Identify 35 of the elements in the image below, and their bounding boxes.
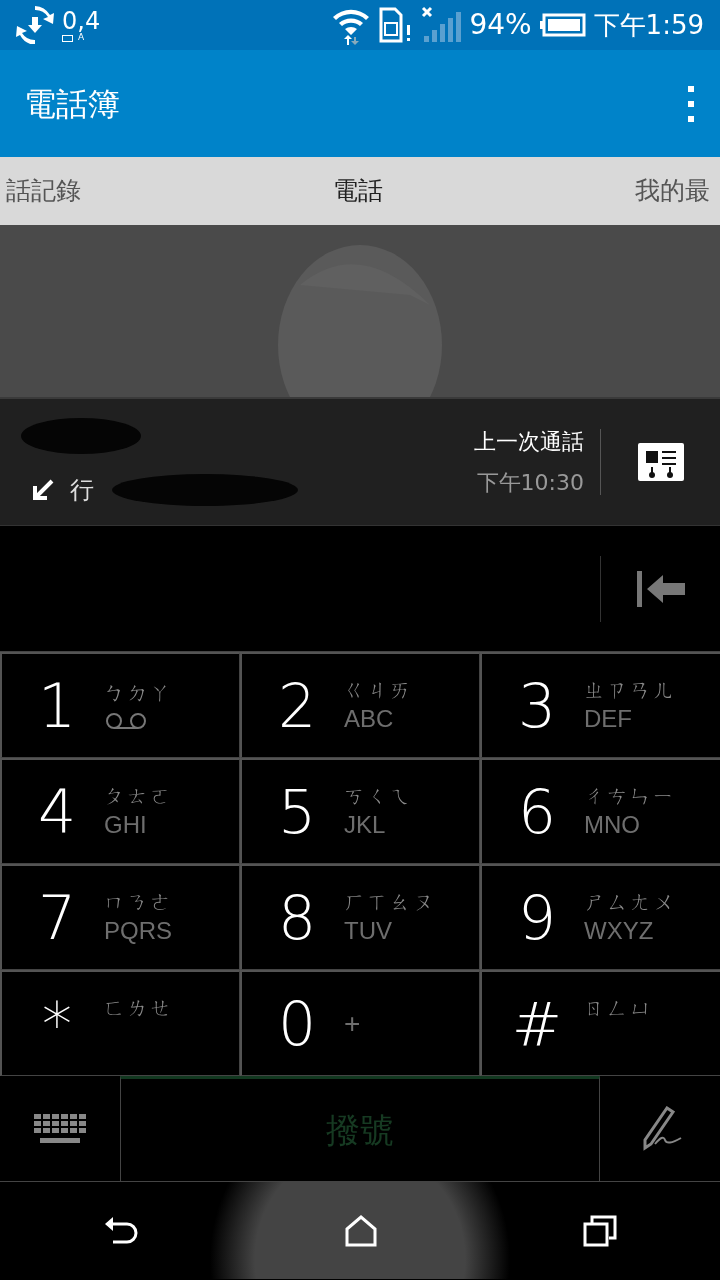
dial-key[interactable]: 2 ㄍㄐㄞ ABC: [240, 652, 480, 758]
battery-text: 94%: [469, 7, 532, 43]
battery-icon: [62, 34, 74, 42]
dial-key[interactable]: # ㄖㄥㄩ: [480, 970, 720, 1076]
more-options-icon[interactable]: [686, 83, 696, 124]
dial-key[interactable]: 8 ㄏㄒㄠㄡ TUV: [240, 864, 480, 970]
dial-key[interactable]: 9 ㄕㄙㄤㄨ WXYZ: [480, 864, 720, 970]
contact-card-icon[interactable]: [637, 443, 684, 481]
last-call-label: 上一次通話: [474, 428, 584, 456]
clock-text: 下午1:59: [593, 8, 704, 42]
dial-key[interactable]: 3 ㄓㄗㄢㄦ DEF: [480, 652, 720, 758]
home-icon[interactable]: [344, 1214, 378, 1247]
backspace-icon[interactable]: [636, 570, 685, 607]
incoming-arrow-icon: [32, 479, 54, 501]
recent-apps-icon[interactable]: [583, 1214, 618, 1247]
unit-text: A: [78, 32, 85, 42]
dial-key[interactable]: 5 ㄎㄑㄟ JKL: [240, 758, 480, 864]
keyboard-icon[interactable]: [34, 1113, 86, 1144]
speed-text: 0,4: [62, 8, 101, 33]
dial-key[interactable]: 4 ㄆㄊㄛ GHI: [0, 758, 240, 864]
voicemail-icon: [104, 710, 148, 731]
tab[interactable]: 話記錄: [6, 172, 81, 210]
battery-icon: [539, 13, 586, 37]
call-type-text: 行: [70, 475, 94, 506]
signal-icon: [421, 6, 462, 44]
dial-key[interactable]: * ㄈㄌㄝ: [0, 970, 240, 1076]
sync-icon: [16, 6, 54, 44]
tab[interactable]: 電話: [333, 172, 383, 210]
dial-key[interactable]: 7 ㄇㄋㄜ PQRS: [0, 864, 240, 970]
dial-key[interactable]: 6 ㄔㄘㄣㄧ MNO: [480, 758, 720, 864]
tab[interactable]: 我的最: [635, 172, 710, 210]
dial-key[interactable]: 0 +: [240, 970, 480, 1076]
app-title: 電話簿: [24, 83, 120, 125]
last-call-time: 下午10:30: [476, 469, 584, 497]
dial-key[interactable]: 1 ㄅㄉㄚ: [0, 652, 240, 758]
